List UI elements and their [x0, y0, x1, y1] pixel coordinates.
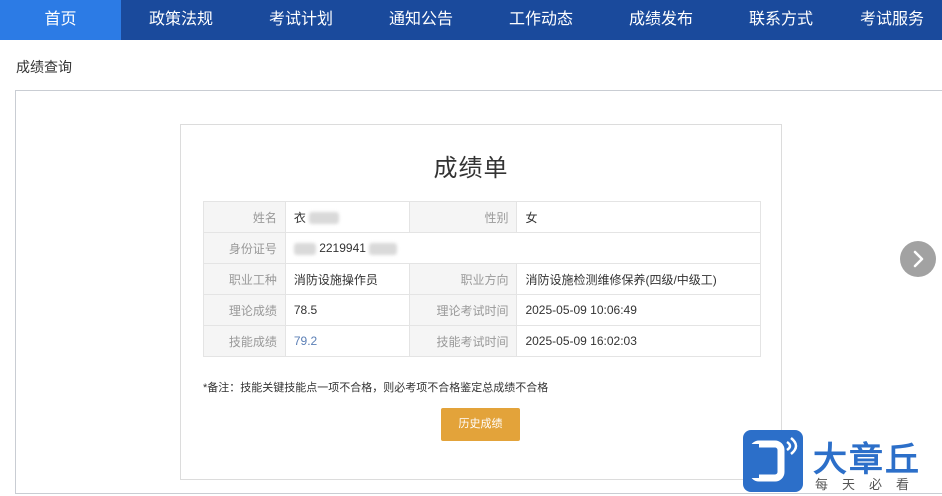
name-cell: 衣 [284, 201, 410, 233]
skill-time-value: 2025-05-09 16:02:03 [516, 325, 761, 357]
job-value: 消防设施操作员 [284, 263, 410, 295]
brand-logo-icon [743, 430, 803, 492]
nav-item-exam-plan[interactable]: 考试计划 [241, 0, 361, 40]
id-label: 身份证号 [203, 232, 286, 264]
direction-label: 职业方向 [408, 263, 518, 295]
nav-item-news[interactable]: 工作动态 [481, 0, 601, 40]
next-arrow-button[interactable] [900, 241, 936, 277]
page-title: 成绩查询 [16, 59, 72, 75]
score-note: *备注：技能关键技能点一项不合格，则必考项不合格鉴定总成绩不合格 [203, 382, 549, 394]
skill-score-value: 79.2 [284, 325, 410, 357]
name-label: 姓名 [203, 201, 286, 233]
history-scores-button[interactable]: 历史成绩 [441, 408, 520, 441]
direction-value: 消防设施检测维修保养(四级/中级工) [516, 263, 761, 295]
nav-item-results[interactable]: 成绩发布 [601, 0, 721, 40]
nav-item-policy[interactable]: 政策法规 [121, 0, 241, 40]
theory-score-value: 78.5 [284, 294, 410, 326]
theory-time-label: 理论考试时间 [408, 294, 518, 326]
chevron-right-icon [913, 250, 924, 268]
nav-item-notices[interactable]: 通知公告 [361, 0, 481, 40]
nav-item-contact[interactable]: 联系方式 [721, 0, 841, 40]
score-sheet-title: 成绩单 [433, 155, 509, 182]
skill-time-label: 技能考试时间 [408, 325, 518, 357]
job-label: 职业工种 [203, 263, 286, 295]
top-nav: 首页 政策法规 考试计划 通知公告 工作动态 成绩发布 联系方式 考试服务 [0, 0, 942, 40]
score-table: 姓名 衣 性别 女 身份证号 2219941 职业工种 消防设施操作员 职业方向… [203, 201, 762, 357]
theory-time-value: 2025-05-09 10:06:49 [516, 294, 761, 326]
name-value: 衣 [293, 210, 306, 225]
redaction-blur [293, 242, 316, 255]
theory-score-label: 理论成绩 [203, 294, 286, 326]
watermark-slogan: 每天必看 [815, 477, 924, 492]
nav-item-exam-service[interactable]: 考试服务 [841, 0, 942, 40]
redaction-blur [369, 242, 398, 255]
table-row: 身份证号 2219941 [203, 232, 762, 264]
gender-label: 性别 [408, 201, 518, 233]
id-value: 2219941 [319, 241, 366, 255]
id-cell: 2219941 [284, 232, 762, 264]
table-row: 姓名 衣 性别 女 [203, 201, 761, 233]
table-row: 技能成绩 79.2 技能考试时间 2025-05-09 16:02:03 [203, 325, 761, 357]
watermark: 大章丘 每天必看 [743, 430, 942, 496]
gender-value: 女 [516, 201, 761, 233]
table-row: 职业工种 消防设施操作员 职业方向 消防设施检测维修保养(四级/中级工) [203, 263, 761, 295]
nav-item-home[interactable]: 首页 [0, 0, 121, 40]
skill-score-label: 技能成绩 [203, 325, 286, 357]
redaction-blur [309, 212, 340, 225]
table-row: 理论成绩 78.5 理论考试时间 2025-05-09 10:06:49 [203, 294, 761, 326]
